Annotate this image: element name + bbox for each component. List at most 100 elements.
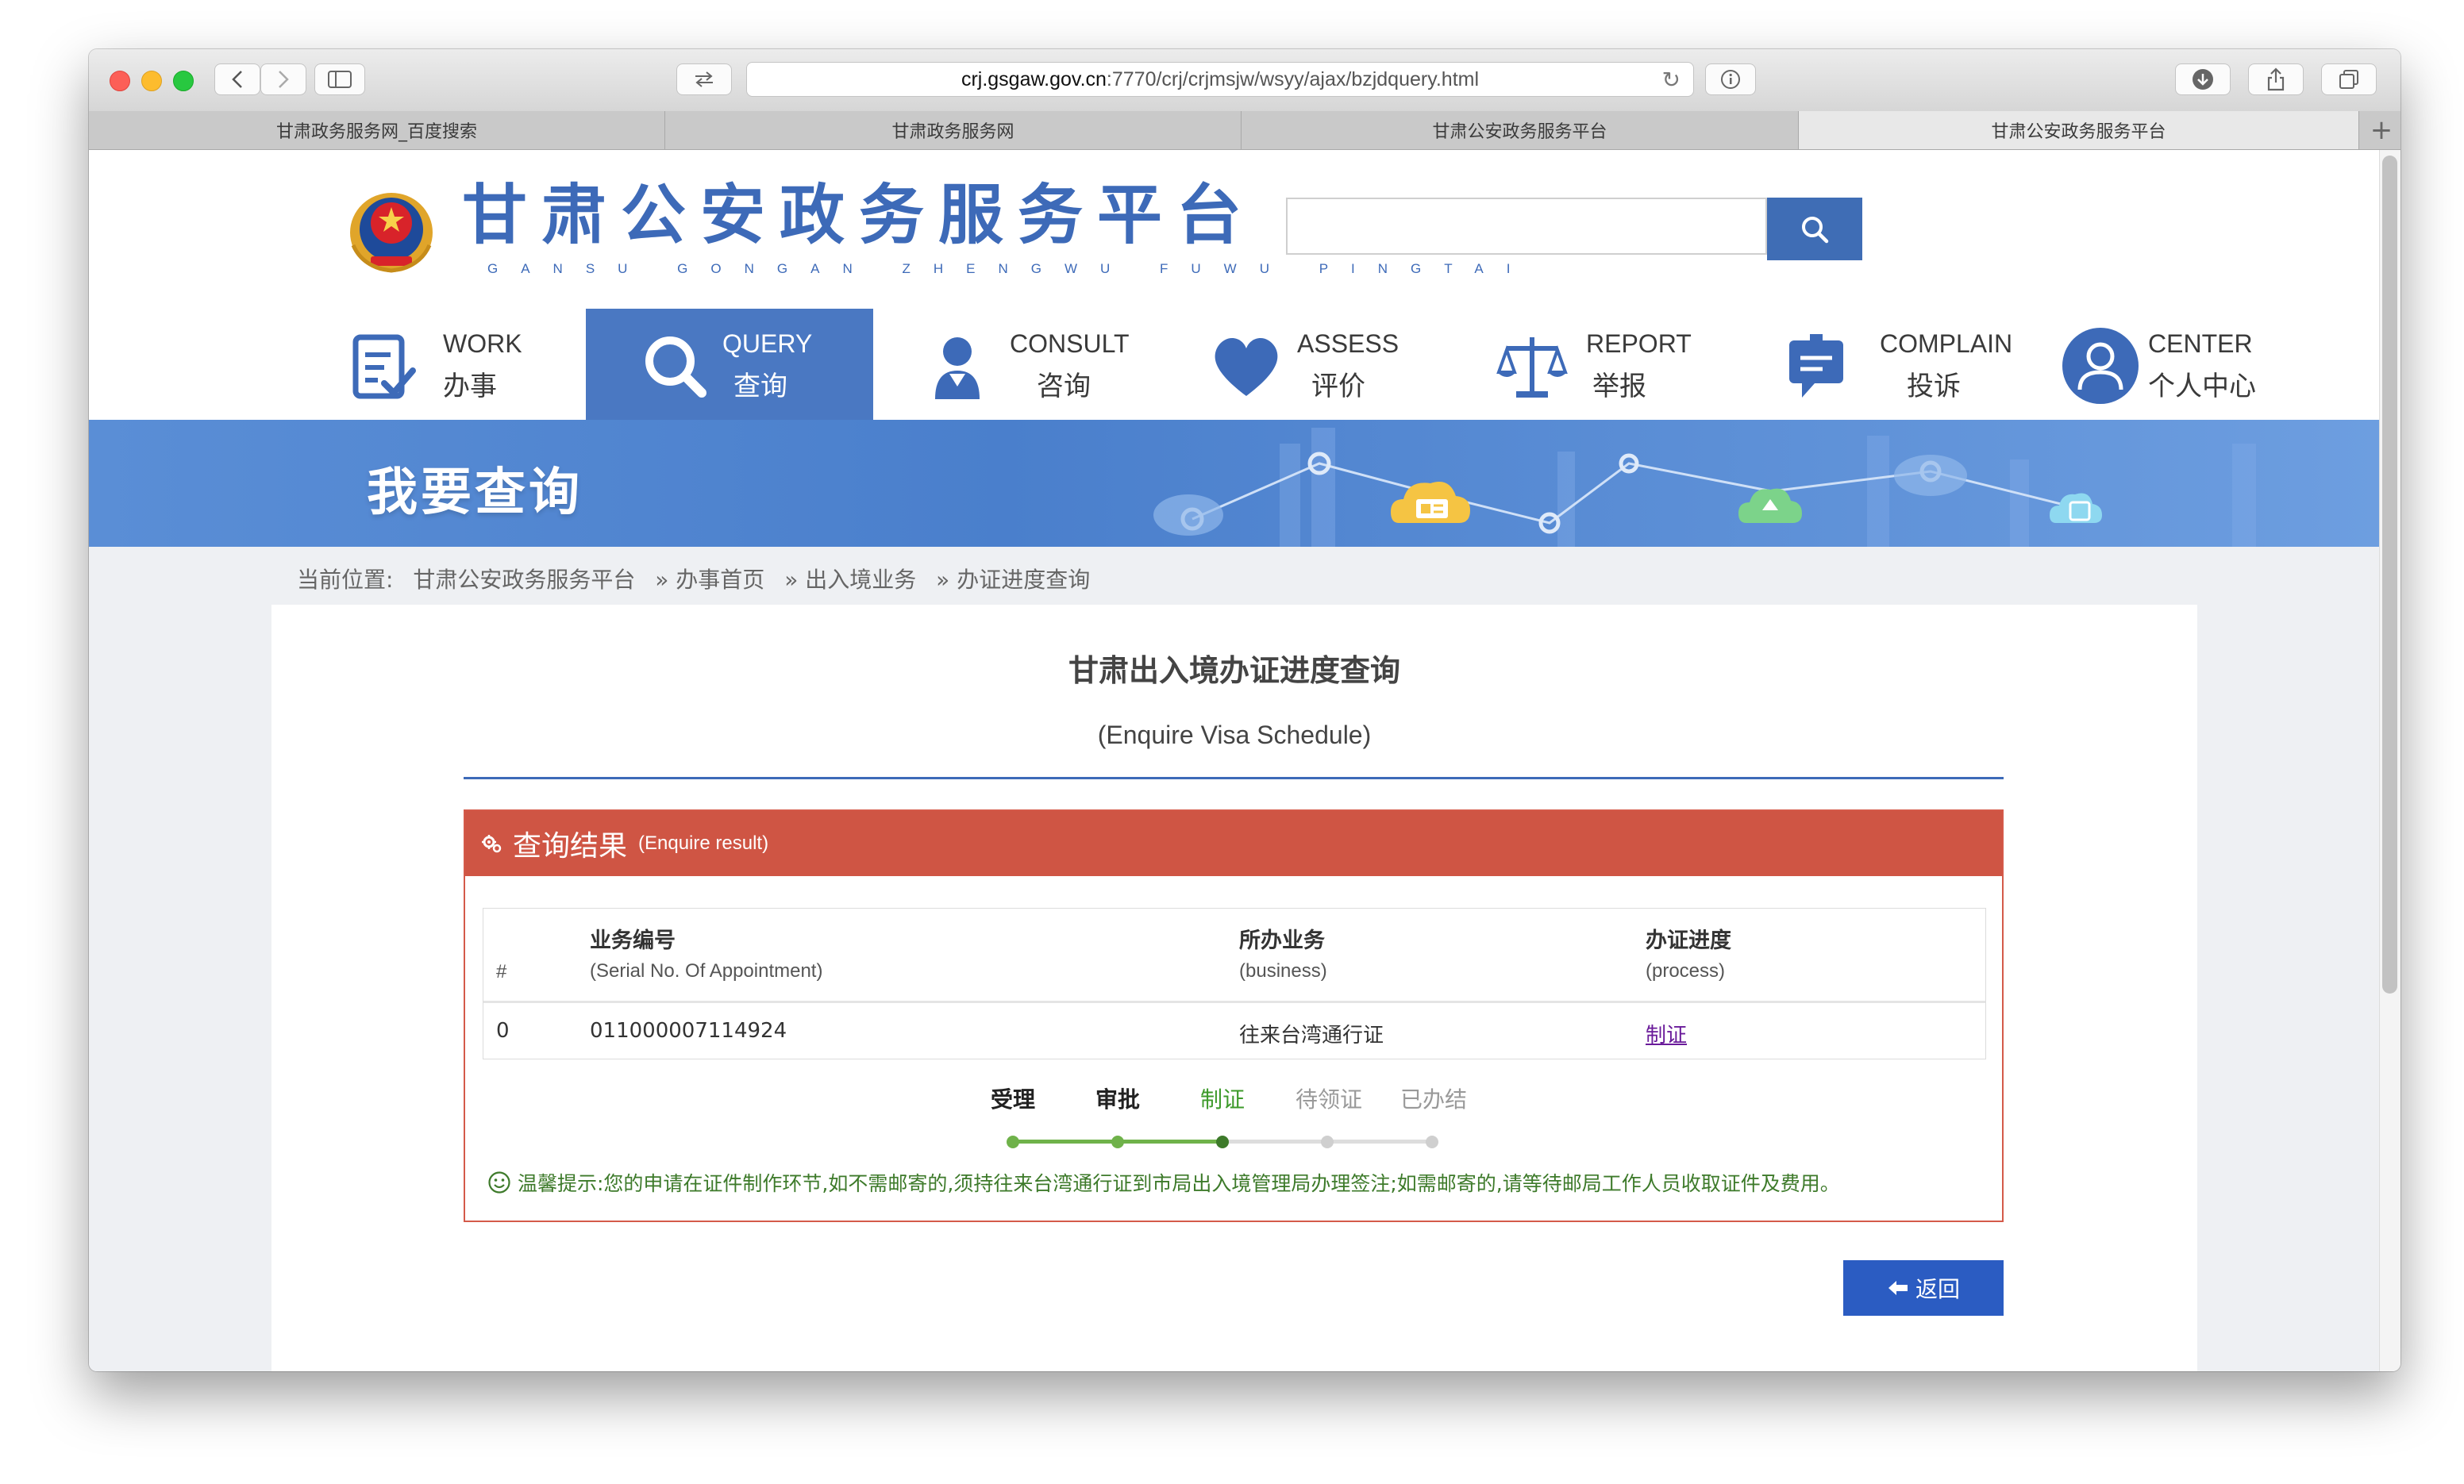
reload-icon[interactable]: ↻ xyxy=(1662,67,1681,93)
breadcrumb: 当前位置: 甘肃公安政务服务平台 » 办事首页 » 出入境业务 » 办证进度查询 xyxy=(297,563,1103,594)
tab-gansu-service[interactable]: 甘肃政务服务网 xyxy=(665,111,1242,149)
site-search-input[interactable] xyxy=(1286,198,1767,255)
progress-steps: 受理 审批 制证 待领证 已办结 xyxy=(465,1082,2002,1148)
web-page: 甘肃公安政务服务平台 GANSU GONGAN ZHENGWU FUWU PIN… xyxy=(89,150,2379,1371)
search-icon xyxy=(645,336,706,398)
tabs-icon xyxy=(2339,70,2358,89)
nav-en-label: ASSESS xyxy=(1297,329,1399,358)
step-label-await-pickup: 待领证 xyxy=(1296,1086,1363,1113)
scrollbar-thumb[interactable] xyxy=(2382,156,2397,994)
notice-text: 温馨提示:您的申请在证件制作环节,如不需邮寄的,须持往来台湾通行证到市局出入境管… xyxy=(518,1172,1840,1195)
nav-work[interactable]: WORK 办事 xyxy=(311,309,533,420)
tab-bar: 甘肃政务服务网_百度搜索 甘肃政务服务网 甘肃公安政务服务平台 甘肃公安政务服务… xyxy=(89,111,2400,150)
nav-cn-label: 举报 xyxy=(1592,371,1646,402)
col-business-en: (business) xyxy=(1239,960,1327,982)
nav-report[interactable]: REPORT 举报 xyxy=(1486,309,1708,420)
col-index-label: # xyxy=(496,961,507,982)
notice-tip: 温馨提示:您的申请在证件制作环节,如不需邮寄的,须持往来台湾通行证到市局出入境管… xyxy=(487,1168,1840,1197)
step-dot xyxy=(1111,1136,1124,1148)
col-serial-header: 业务编号 (Serial No. Of Appointment) xyxy=(590,923,822,982)
consult-person-icon xyxy=(935,337,980,399)
site-search-button[interactable] xyxy=(1767,198,1862,260)
heart-icon xyxy=(1215,337,1278,396)
smile-icon xyxy=(488,1171,510,1194)
col-business-cn: 所办业务 xyxy=(1239,928,1325,953)
result-title-en: (Enquire result) xyxy=(638,832,769,854)
result-header: 查询结果 (Enquire result) xyxy=(465,811,2002,876)
nav-cn-label: 评价 xyxy=(1311,371,1365,402)
tab-label: 甘肃政务服务网 xyxy=(891,122,1014,142)
police-emblem-icon xyxy=(350,193,433,273)
step-dot xyxy=(1426,1136,1438,1148)
row-serial: 011000007114924 xyxy=(590,1019,787,1043)
search-icon xyxy=(1802,216,1829,243)
nav-assess[interactable]: ASSESS 评价 xyxy=(1197,309,1419,420)
col-serial-en: (Serial No. Of Appointment) xyxy=(590,960,823,982)
forward-nav-button[interactable] xyxy=(260,63,306,95)
nav-cn-label: 个人中心 xyxy=(2148,371,2256,402)
breadcrumb-current: » 办证进度查询 xyxy=(936,567,1091,593)
downloads-button[interactable] xyxy=(2175,63,2231,95)
nav-cn-label: 咨询 xyxy=(1037,371,1091,402)
breadcrumb-home[interactable]: 甘肃公安政务服务平台 xyxy=(413,567,635,593)
col-index-header: # xyxy=(496,955,506,983)
breadcrumb-immigration[interactable]: » 出入境业务 xyxy=(784,567,916,593)
user-icon xyxy=(2062,328,2139,404)
nav-en-label: CONSULT xyxy=(1010,329,1130,358)
tab-gansu-police-2[interactable]: 甘肃公安政务服务平台 xyxy=(1799,111,2359,149)
chat-board-icon xyxy=(1789,334,1843,398)
breadcrumb-work-home[interactable]: » 办事首页 xyxy=(655,567,764,593)
step-dot xyxy=(1321,1136,1334,1148)
minimize-window-button[interactable] xyxy=(141,71,162,91)
sidebar-toggle-button[interactable] xyxy=(314,63,365,95)
tab-label: 甘肃公安政务服务平台 xyxy=(1991,122,2166,142)
tab-gansu-police-1[interactable]: 甘肃公安政务服务平台 xyxy=(1242,111,1799,149)
result-table: # 业务编号 (Serial No. Of Appointment) 所办业务 … xyxy=(483,908,1986,1059)
close-window-button[interactable] xyxy=(110,71,130,91)
chevron-left-icon xyxy=(232,71,242,88)
new-tab-button[interactable]: + xyxy=(2362,111,2400,149)
nav-center[interactable]: CENTER 个人中心 xyxy=(2061,309,2299,420)
download-icon xyxy=(2193,69,2213,90)
col-process-cn: 办证进度 xyxy=(1646,928,1731,953)
share-icon xyxy=(2267,67,2285,91)
nav-query[interactable]: QUERY 查询 xyxy=(586,309,873,420)
nav-en-label: WORK xyxy=(443,329,522,358)
title-divider xyxy=(464,777,2004,779)
browser-window: crj.gsgaw.gov.cn:7770/crj/crjmsjw/wsyy/a… xyxy=(89,49,2400,1371)
back-button[interactable]: 返回 xyxy=(1843,1260,2004,1316)
banner-title: 我要查询 xyxy=(367,463,583,522)
address-bar[interactable]: crj.gsgaw.gov.cn:7770/crj/crjmsjw/wsyy/a… xyxy=(746,62,1694,97)
row-business: 往来台湾通行证 xyxy=(1239,1024,1384,1048)
sidebar-icon xyxy=(328,71,352,88)
page-banner: 我要查询 xyxy=(89,420,2379,547)
back-nav-button[interactable] xyxy=(214,63,260,95)
reader-info-button[interactable] xyxy=(1705,63,1756,95)
gears-icon xyxy=(482,835,502,853)
breadcrumb-prefix: 当前位置: xyxy=(297,567,394,593)
share-button[interactable] xyxy=(2248,63,2304,95)
col-business-header: 所办业务 (business) xyxy=(1239,923,1327,982)
row-process-link[interactable]: 制证 xyxy=(1646,1019,1687,1048)
nav-consult[interactable]: CONSULT 咨询 xyxy=(907,309,1145,420)
tab-baidu-search[interactable]: 甘肃政务服务网_百度搜索 xyxy=(89,111,665,149)
nav-cn-label: 查询 xyxy=(733,371,787,402)
step-label-accept: 受理 xyxy=(991,1086,1036,1113)
zoom-window-button[interactable] xyxy=(173,71,194,91)
chevron-right-icon xyxy=(279,71,289,88)
table-row: 0 011000007114924 往来台湾通行证 制证 xyxy=(483,1003,1985,1059)
translate-button[interactable] xyxy=(676,63,732,95)
nav-en-label: QUERY xyxy=(722,329,813,358)
step-label-completed: 已办结 xyxy=(1400,1086,1468,1113)
nav-complain[interactable]: COMPLAIN 投诉 xyxy=(1773,309,2027,420)
info-icon xyxy=(1721,70,1740,89)
url-path: :7770/crj/crjmsjw/wsyy/ajax/bzjdquery.ht… xyxy=(1106,67,1480,90)
table-header: # 业务编号 (Serial No. Of Appointment) 所办业务 … xyxy=(483,909,1985,1003)
result-title-cn: 查询结果 xyxy=(513,830,628,863)
url-host: crj.gsgaw.gov.cn xyxy=(961,67,1107,90)
browser-toolbar: crj.gsgaw.gov.cn:7770/crj/crjmsjw/wsyy/a… xyxy=(89,49,2400,112)
tab-label: 甘肃公安政务服务平台 xyxy=(1432,122,1607,142)
swap-arrows-icon xyxy=(695,71,713,87)
nav-en-label: CENTER xyxy=(2148,329,2253,358)
tab-overview-button[interactable] xyxy=(2321,63,2377,95)
